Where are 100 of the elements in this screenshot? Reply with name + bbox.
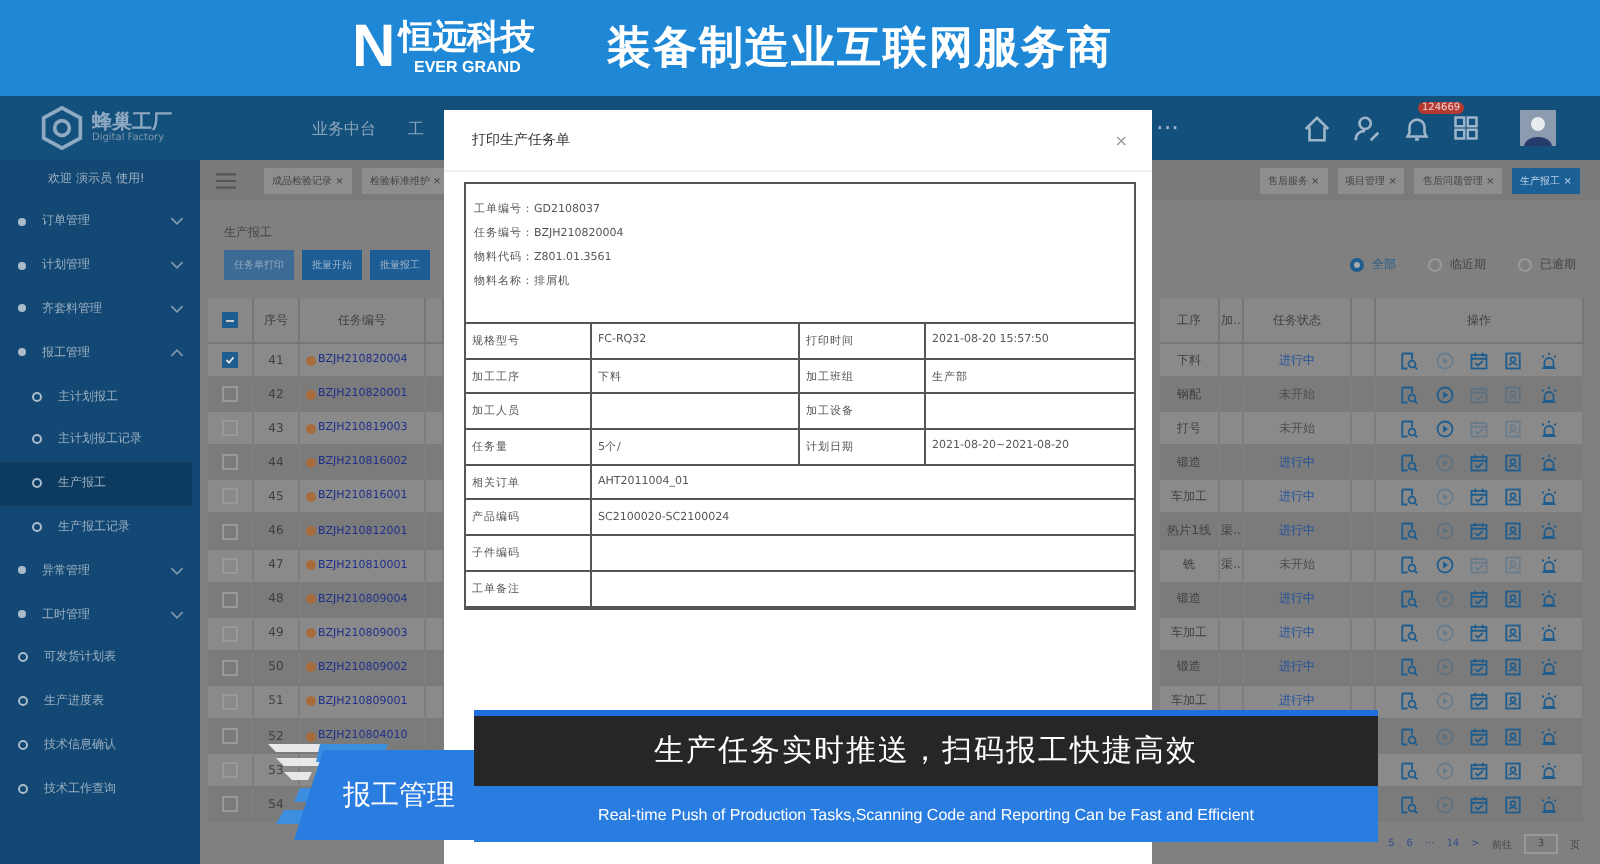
report-icon[interactable]: [1504, 727, 1523, 746]
alarm-light-icon[interactable]: [1539, 692, 1558, 711]
calendar-check-icon[interactable]: [1469, 624, 1488, 643]
circle-icon: [32, 521, 42, 532]
tag-icon: [306, 491, 316, 502]
tag-icon: [306, 526, 316, 537]
row-checkbox[interactable]: [222, 454, 238, 471]
view-icon[interactable]: [1400, 522, 1419, 541]
nav-link[interactable]: 业务中台: [312, 117, 376, 139]
tag-icon: [306, 389, 316, 400]
row-checkbox[interactable]: [222, 591, 238, 608]
bullet-icon: [18, 261, 26, 270]
calendar-check-icon[interactable]: [1469, 727, 1488, 746]
tag-icon: [306, 423, 316, 434]
bullet-icon: [18, 217, 26, 226]
alarm-light-icon[interactable]: [1539, 351, 1558, 370]
calendar-check-icon[interactable]: [1469, 522, 1488, 541]
alarm-light-icon[interactable]: [1539, 453, 1558, 472]
tag-icon: [306, 457, 316, 468]
tag-icon: [306, 731, 316, 742]
home-icon[interactable]: [1302, 113, 1332, 143]
report-icon[interactable]: [1504, 453, 1523, 472]
alarm-light-icon[interactable]: [1539, 556, 1558, 575]
app-name: 蜂巢工厂: [92, 113, 172, 133]
calendar-check-icon[interactable]: [1469, 487, 1488, 506]
row-checkbox[interactable]: [222, 523, 238, 540]
tag-icon: [306, 355, 316, 366]
report-icon[interactable]: [1504, 658, 1523, 677]
tag-icon: [306, 594, 316, 605]
report-icon[interactable]: [1504, 487, 1523, 506]
grid-icon[interactable]: [1452, 114, 1480, 142]
row-checkbox[interactable]: [222, 386, 238, 403]
alarm-light-icon[interactable]: [1539, 385, 1558, 404]
select-all-checkbox[interactable]: [222, 312, 238, 328]
view-icon[interactable]: [1400, 727, 1419, 746]
view-icon[interactable]: [1400, 556, 1419, 575]
alarm-light-icon[interactable]: [1539, 658, 1558, 677]
calendar-check-icon[interactable]: [1469, 692, 1488, 711]
circle-icon: [32, 391, 42, 402]
view-icon[interactable]: [1400, 487, 1419, 506]
tag-icon: [306, 662, 316, 673]
calendar-check-icon[interactable]: [1469, 795, 1488, 814]
view-icon[interactable]: [1400, 351, 1419, 370]
alarm-light-icon[interactable]: [1539, 590, 1558, 609]
caption-subtitle: Real-time Push of Production Tasks,Scanning Code and Reporting Can be Fast and Efficient: [474, 786, 1378, 842]
calendar-check-icon[interactable]: [1469, 658, 1488, 677]
circle-icon: [32, 434, 42, 445]
alarm-light-icon[interactable]: [1539, 419, 1558, 438]
column-header: [426, 298, 444, 344]
nav-link[interactable]: 工: [408, 117, 424, 139]
row-checkbox[interactable]: [222, 659, 238, 676]
play-icon[interactable]: [1435, 419, 1454, 438]
menu-icon[interactable]: [216, 171, 236, 189]
calendar-check-icon[interactable]: [1469, 453, 1488, 472]
report-icon[interactable]: [1504, 351, 1523, 370]
view-icon[interactable]: [1400, 385, 1419, 404]
alarm-light-icon[interactable]: [1539, 795, 1558, 814]
bullet-icon: [18, 304, 26, 313]
close-button[interactable]: ×: [1114, 131, 1128, 149]
alarm-light-icon[interactable]: [1539, 487, 1558, 506]
view-icon[interactable]: [1400, 692, 1419, 711]
alarm-light-icon[interactable]: [1539, 522, 1558, 541]
alarm-light-icon[interactable]: [1539, 761, 1558, 780]
view-icon[interactable]: [1400, 795, 1419, 814]
report-icon[interactable]: [1504, 522, 1523, 541]
view-icon[interactable]: [1400, 590, 1419, 609]
bell-icon[interactable]: [1402, 113, 1432, 143]
calendar-check-icon[interactable]: [1469, 590, 1488, 609]
view-icon[interactable]: [1400, 761, 1419, 780]
report-icon[interactable]: [1504, 761, 1523, 780]
report-icon[interactable]: [1504, 590, 1523, 609]
more-menu[interactable]: ···: [1156, 114, 1179, 142]
row-checkbox[interactable]: [222, 352, 238, 369]
user-edit-icon[interactable]: [1352, 113, 1382, 143]
bullet-icon: [18, 610, 26, 619]
play-icon[interactable]: [1435, 556, 1454, 575]
row-checkbox[interactable]: [222, 796, 238, 813]
alarm-light-icon[interactable]: [1539, 727, 1558, 746]
circle-icon: [18, 652, 28, 663]
circle-icon: [18, 696, 28, 707]
avatar[interactable]: [1520, 110, 1556, 146]
view-icon[interactable]: [1400, 419, 1419, 438]
tag-icon: [306, 560, 316, 571]
brand-name: 恒远科技: [399, 20, 536, 58]
play-icon[interactable]: [1435, 385, 1454, 404]
view-icon[interactable]: [1400, 624, 1419, 643]
report-icon[interactable]: [1504, 692, 1523, 711]
alarm-light-icon[interactable]: [1539, 624, 1558, 643]
circle-icon: [18, 739, 28, 750]
logo-mark: N: [352, 18, 396, 78]
bullet-icon: [18, 566, 26, 575]
tag-icon: [306, 696, 316, 707]
brand-subtitle: EVER GRAND: [414, 57, 521, 76]
row-checkbox[interactable]: [222, 728, 238, 745]
report-icon[interactable]: [1504, 624, 1523, 643]
view-icon[interactable]: [1400, 453, 1419, 472]
report-icon[interactable]: [1504, 795, 1523, 814]
view-icon[interactable]: [1400, 658, 1419, 677]
calendar-check-icon[interactable]: [1469, 761, 1488, 780]
calendar-check-icon[interactable]: [1469, 351, 1488, 370]
